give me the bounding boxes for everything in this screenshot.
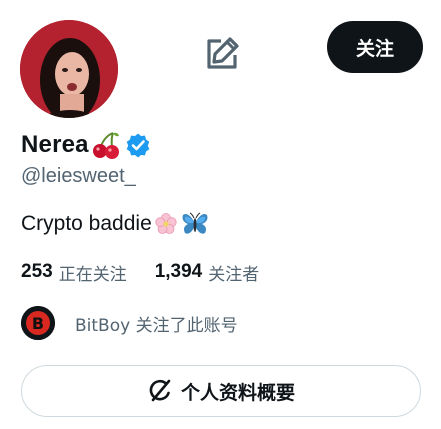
display-name: Nerea xyxy=(21,131,89,158)
followers-stat[interactable]: 1,394 关注者 xyxy=(155,260,260,285)
profile-overview-button[interactable]: 个人资料概要 xyxy=(21,365,421,417)
followed-by-text: BitBoy 关注了此账号 xyxy=(75,315,238,336)
bitboy-avatar[interactable]: B xyxy=(21,306,55,340)
svg-text:B: B xyxy=(32,314,44,333)
profile-bio: Crypto baddie xyxy=(21,209,210,239)
verified-badge-icon[interactable] xyxy=(125,132,151,158)
edit-icon[interactable] xyxy=(203,35,241,73)
name-row: Nerea xyxy=(21,127,151,163)
follow-button[interactable]: 关注 xyxy=(327,21,423,73)
bio-text: Crypto baddie xyxy=(21,212,152,235)
profile-stats: 253 正在关注 1,394 关注者 xyxy=(21,258,259,286)
following-stat[interactable]: 253 正在关注 xyxy=(21,260,127,285)
butterfly-icon xyxy=(180,209,210,239)
grok-icon xyxy=(147,378,173,404)
followed-by-row[interactable]: B BitBoy 关注了此账号 xyxy=(21,305,238,341)
followers-count: 1,394 xyxy=(154,261,203,282)
overview-label: 个人资料概要 xyxy=(180,381,295,404)
followers-label: 关注者 xyxy=(208,264,260,285)
following-label: 正在关注 xyxy=(58,264,127,285)
following-count: 253 xyxy=(21,261,53,282)
cherry-icon xyxy=(91,130,121,160)
blossom-icon xyxy=(154,212,178,236)
profile-handle: @leiesweet_ xyxy=(21,165,136,187)
profile-avatar[interactable] xyxy=(20,20,118,118)
avatar-image xyxy=(20,20,118,118)
